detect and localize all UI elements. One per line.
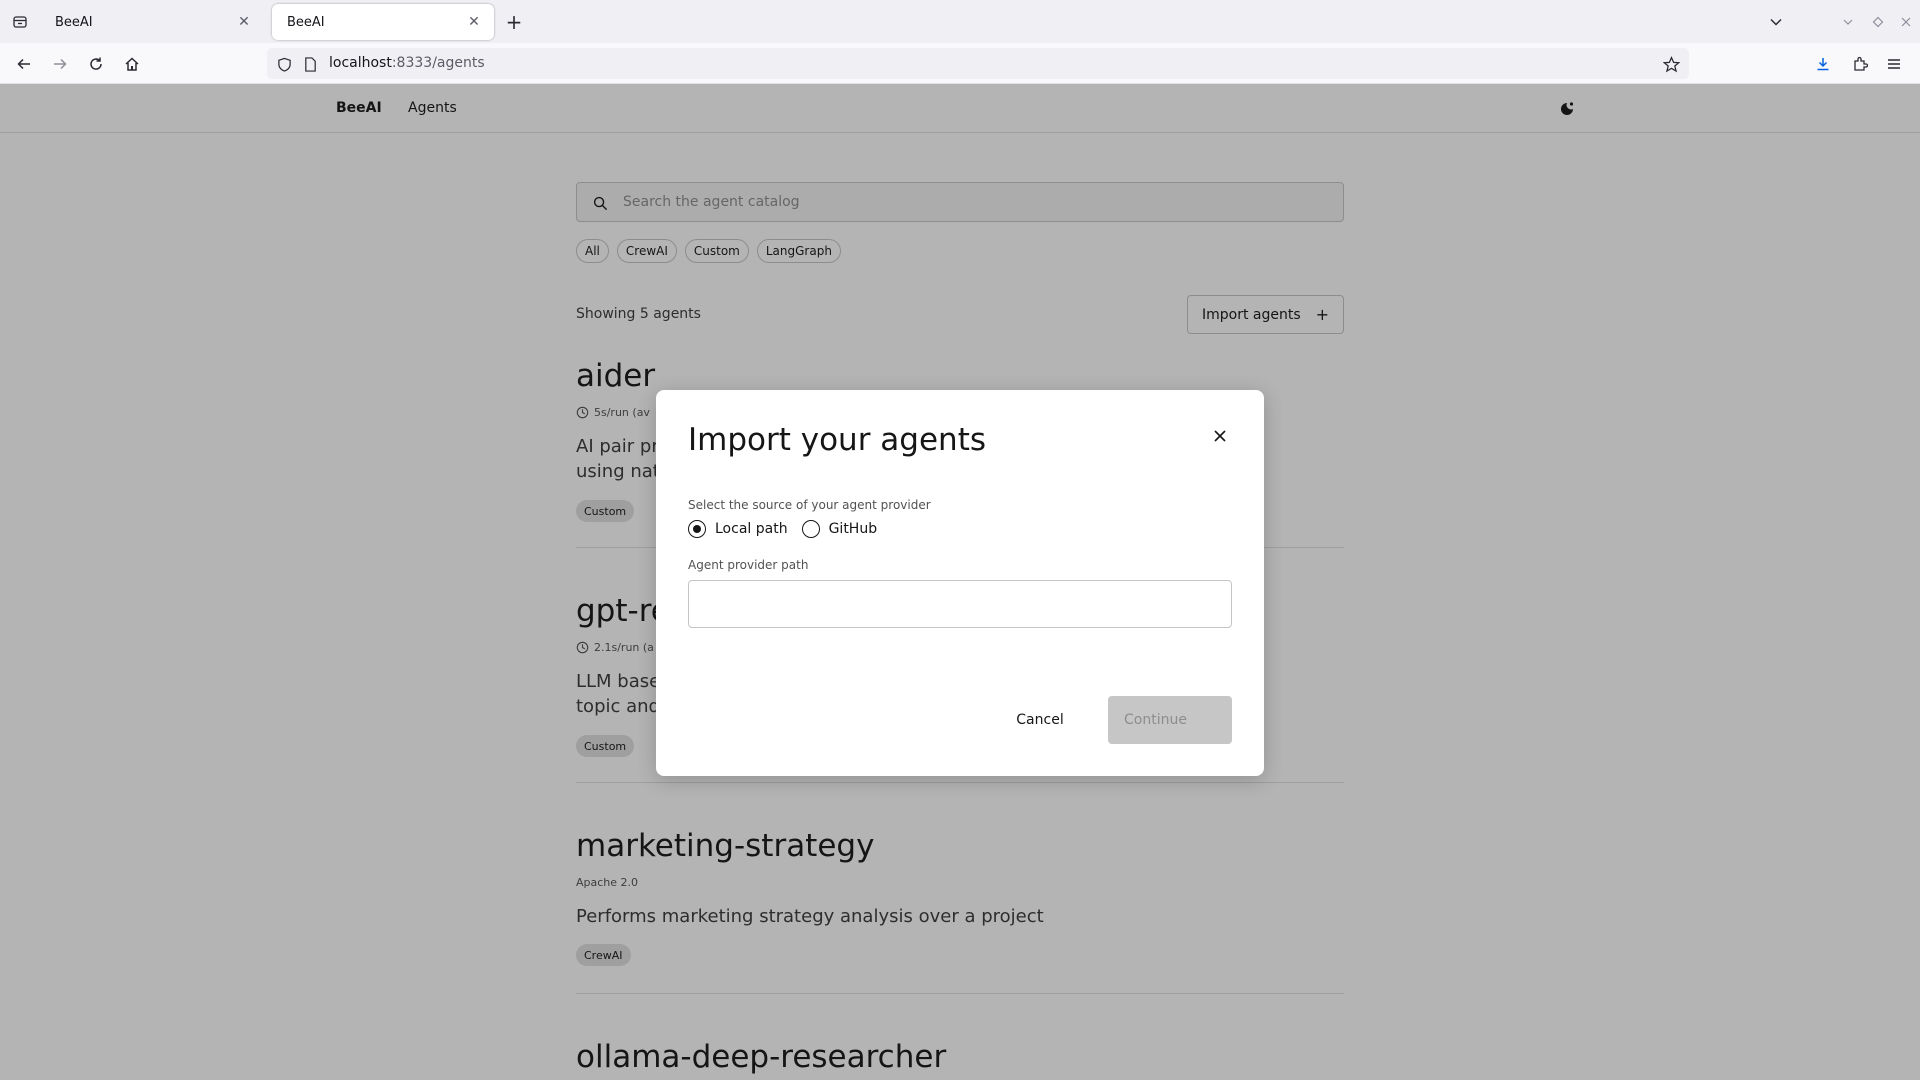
- menu-hamburger-icon[interactable]: [1881, 51, 1907, 77]
- shield-icon[interactable]: [275, 55, 293, 73]
- close-icon[interactable]: ✕: [464, 12, 484, 32]
- url-path: :8333/agents: [391, 55, 485, 71]
- source-radio-group: Local path GitHub: [688, 520, 891, 538]
- close-window-icon[interactable]: [1894, 10, 1918, 34]
- back-arrow-icon[interactable]: [11, 51, 37, 77]
- agent-provider-path-input[interactable]: [688, 580, 1232, 628]
- close-icon[interactable]: ✕: [234, 12, 254, 32]
- close-icon[interactable]: [1208, 424, 1232, 448]
- downloads-icon[interactable]: [1810, 51, 1836, 77]
- radio-github[interactable]: GitHub: [801, 520, 878, 538]
- radio-label: GitHub: [828, 521, 878, 537]
- browser-nav-bar: localhost:8333/agents: [0, 43, 1920, 84]
- radio-button[interactable]: [801, 520, 820, 538]
- minimize-icon[interactable]: [1836, 10, 1860, 34]
- maximize-icon[interactable]: [1866, 10, 1890, 34]
- address-bar[interactable]: localhost:8333/agents: [267, 48, 1689, 79]
- bookmark-star-icon[interactable]: [1661, 54, 1681, 74]
- browser-tab-2[interactable]: BeeAI ✕: [272, 4, 494, 40]
- page-info-icon[interactable]: [301, 55, 319, 73]
- tab-overflow-chevron-icon[interactable]: [1764, 10, 1788, 34]
- extensions-icon[interactable]: [1847, 51, 1873, 77]
- radio-local-path[interactable]: Local path: [688, 520, 788, 538]
- radio-button-selected[interactable]: [688, 520, 706, 538]
- forward-arrow-icon[interactable]: [47, 51, 73, 77]
- tab-list-icon[interactable]: [8, 10, 32, 34]
- path-label: Agent provider path: [688, 558, 809, 572]
- import-agents-modal: Import your agents Select the source of …: [656, 390, 1264, 776]
- url-host: localhost: [329, 55, 392, 71]
- cancel-button[interactable]: Cancel: [980, 696, 1100, 744]
- home-icon[interactable]: [119, 51, 145, 77]
- reload-icon[interactable]: [83, 51, 109, 77]
- continue-button[interactable]: Continue: [1108, 696, 1232, 744]
- modal-title: Import your agents: [688, 422, 986, 458]
- source-label: Select the source of your agent provider: [688, 498, 931, 512]
- radio-label: Local path: [715, 521, 788, 537]
- browser-tab-bar: BeeAI ✕ BeeAI ✕ +: [0, 0, 1920, 43]
- tab-title: BeeAI: [55, 14, 93, 30]
- new-tab-plus-icon[interactable]: +: [502, 10, 526, 34]
- tab-title: BeeAI: [287, 14, 325, 30]
- browser-tab-1[interactable]: BeeAI ✕: [40, 4, 264, 40]
- url-text: localhost:8333/agents: [329, 55, 485, 71]
